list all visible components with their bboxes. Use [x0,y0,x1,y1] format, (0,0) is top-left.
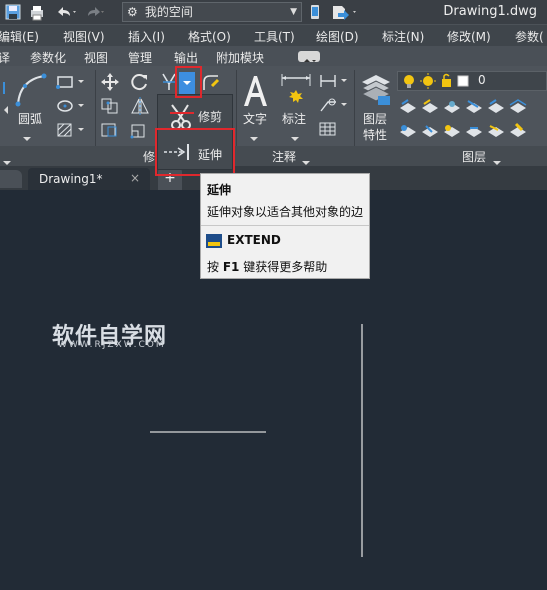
tooltip-help: 按 F1 键获得更多帮助 [207,260,328,274]
layer-tools-row-2[interactable] [398,120,547,140]
save-icon[interactable] [4,3,22,21]
arc-icon[interactable] [12,72,48,108]
undo-icon[interactable] [54,3,78,21]
tab-manage[interactable]: 管理 [128,49,152,66]
text-label[interactable]: 文字 [243,110,267,127]
chevron-down-icon[interactable] [2,152,12,165]
menu-dimension[interactable]: 标注(N) [382,28,424,45]
menu-insert[interactable]: 插入(I) [128,28,165,45]
layer-properties-icon[interactable] [358,72,394,108]
ribbon-toggle-button[interactable] [298,51,320,62]
tab-drawing1[interactable]: Drawing1* × [28,168,150,190]
chevron-down-icon[interactable] [492,152,502,165]
tooltip-divider [201,225,369,226]
tooltip-title: 延伸 [207,183,232,197]
rectangle-icon[interactable] [56,74,86,90]
title-bar: ⚙ 我的空间 ▼ Drawing1.dwg [0,0,547,24]
ribbon-tab-bar: 译 参数化 视图 管理 输出 附加模块 [0,46,547,66]
chevron-down-icon[interactable] [249,128,259,141]
tab-view[interactable]: 视图 [84,49,108,66]
chevron-down-icon[interactable] [22,128,32,141]
menu-bar: 编辑(E) 视图(V) 插入(I) 格式(O) 工具(T) 绘图(D) 标注(N… [0,24,547,46]
tab-output[interactable]: 输出 [174,49,198,66]
close-icon[interactable]: × [130,171,140,185]
chevron-down-icon[interactable] [290,128,300,141]
panel-annotation-label[interactable]: 注释 [272,148,296,165]
menu-modify[interactable]: 修改(M) [447,28,491,45]
workspace-select[interactable]: ⚙ 我的空间 ▼ [122,2,302,22]
layer-properties-label-2[interactable]: 特性 [363,126,387,143]
command-line-icon [206,233,222,248]
dimension-icon[interactable] [278,72,314,108]
print-icon[interactable] [28,3,46,21]
gear-icon: ⚙ [127,5,138,19]
tooltip-command: EXTEND [227,233,281,247]
text-icon[interactable] [240,72,270,108]
leader-icon[interactable] [318,97,348,113]
highlight-dropdown-arrow [175,66,202,98]
panel-modify-label[interactable]: 修 [143,148,155,165]
layer-dropdown[interactable]: 0 [397,71,547,91]
menu-draw[interactable]: 绘图(D) [316,28,359,45]
table-icon[interactable] [318,121,338,137]
scale-icon[interactable] [130,121,150,139]
menu-edit[interactable]: 编辑(E) [0,28,39,45]
current-layer-value: 0 [478,73,486,87]
menu-view[interactable]: 视图(V) [63,28,105,45]
menu-format[interactable]: 格式(O) [188,28,231,45]
ellipse-icon[interactable] [56,98,86,114]
watermark-url: WWW.RJZXW.COM [58,340,166,350]
tooltip-description: 延伸对象以适合其他对象的边 [207,205,364,219]
extend-tooltip: 延伸 延伸对象以适合其他对象的边 EXTEND 按 F1 键获得更多帮助 [200,173,370,279]
workspace-label: 我的空间 [144,5,193,19]
fillet-icon[interactable] [200,72,220,92]
hatch-icon[interactable] [56,122,86,138]
tab-annotate[interactable]: 译 [0,49,10,66]
share-icon[interactable] [330,3,360,21]
chevron-down-icon: ▼ [290,7,297,17]
move-icon[interactable] [100,72,120,92]
layer-properties-label-1[interactable]: 图层 [363,110,387,127]
menu-tools[interactable]: 工具(T) [254,28,295,45]
draw-partial-icon[interactable] [2,80,12,120]
trim-label[interactable]: 修剪 [198,108,222,125]
rotate-icon[interactable] [130,72,150,92]
mirror-icon[interactable] [130,97,150,115]
panel-layers-label[interactable]: 图层 [462,148,486,165]
tab-start[interactable] [0,170,22,188]
chevron-down-icon[interactable] [301,152,311,165]
redo-icon[interactable] [84,3,106,21]
phone-icon[interactable] [306,3,324,21]
arc-label[interactable]: 圆弧 [18,110,42,127]
tab-drawing1-label: Drawing1* [39,172,103,186]
stretch-icon[interactable] [100,121,120,139]
layer-tools-row-1[interactable] [398,96,547,116]
highlight-extend-button [155,128,235,176]
linear-dimension-icon[interactable] [318,73,348,89]
menu-parametric[interactable]: 参数( [515,28,544,45]
dimension-label[interactable]: 标注 [282,110,306,127]
tab-addins[interactable]: 附加模块 [216,49,264,66]
trim-icon[interactable] [168,101,198,131]
copy-icon[interactable] [100,97,120,115]
document-title: Drawing1.dwg [443,4,537,19]
tab-parametric[interactable]: 参数化 [30,49,66,66]
